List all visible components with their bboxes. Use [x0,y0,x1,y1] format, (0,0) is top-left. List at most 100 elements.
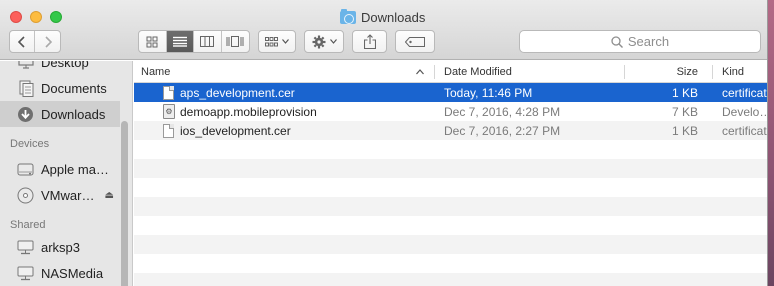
tags-button[interactable] [395,30,435,53]
name-column-label: Name [141,66,171,78]
empty-row [134,140,767,159]
empty-row [134,216,767,235]
date-column-label: Date Modified [444,66,512,78]
sidebar-scrollbar[interactable] [121,121,128,286]
sidebar-item-documents[interactable]: Documents [0,75,120,101]
file-name-cell: ⚙ demoapp.mobileprovision [163,102,433,121]
disk-icon [17,161,34,178]
file-name: aps_development.cer [180,85,295,100]
size-column-label: Size [676,66,698,78]
finder-window: Downloads Search Desktop Documents Downl… [0,0,768,286]
sidebar-item-desktop[interactable]: Desktop [0,61,120,75]
network-computer-icon [17,239,34,256]
provisioning-profile-icon: ⚙ [163,104,175,119]
empty-row [134,159,767,178]
column-view-button[interactable] [194,31,222,52]
chevron-down-icon [329,39,337,44]
sidebar-item-downloads[interactable]: Downloads [0,101,120,127]
sidebar-item-vmware[interactable]: VMwar… ⏏ [0,182,120,208]
window-title-text: Downloads [361,9,426,25]
kind-cell: Develo… [722,104,768,119]
date-cell: Today, 11:46 PM [444,85,533,100]
file-name-cell: aps_development.cer [163,83,433,102]
sidebar-item-apple-macintosh[interactable]: Apple ma… [0,156,120,182]
cover-flow-icon [226,36,244,47]
arrange-grid-icon [265,36,278,46]
action-button[interactable] [304,30,344,53]
network-computer-icon [17,265,34,282]
close-button[interactable] [10,11,22,23]
size-cell: 1 KB [671,85,698,100]
cd-icon [17,187,34,204]
empty-row [134,254,767,273]
size-column-header[interactable]: Size [630,61,698,83]
file-rows: aps_development.cer Today, 11:46 PM 1 KB… [134,83,768,286]
file-name: demoapp.mobileprovision [180,104,317,119]
file-name-cell: ios_development.cer [163,121,433,140]
desktop-background-strip [768,0,774,286]
list-view-button[interactable] [166,31,194,52]
file-list: Name Date Modified Size Kind aps_develop… [134,61,768,286]
certificate-file-icon [163,85,174,100]
empty-row [134,178,767,197]
tag-icon [405,36,425,47]
cover-flow-view-button[interactable] [222,31,249,52]
share-button[interactable] [352,30,387,53]
date-cell: Dec 7, 2016, 4:28 PM [444,104,561,119]
empty-row [134,273,767,286]
table-row[interactable]: aps_development.cer Today, 11:46 PM 1 KB… [134,83,767,102]
sidebar-item-label: VMwar… [41,187,95,203]
documents-icon [17,80,34,97]
chevron-down-icon [282,39,289,44]
kind-column-header[interactable]: Kind [722,61,767,83]
column-divider [712,65,713,79]
list-view-icon [172,36,187,47]
certificate-file-icon [163,123,174,138]
sidebar-item-label: Desktop [41,61,89,70]
window-title: Downloads [340,8,425,26]
sort-ascending-icon [416,69,424,75]
table-row[interactable]: ios_development.cer Dec 7, 2016, 2:27 PM… [134,121,767,140]
size-cell: 7 KB [671,104,698,119]
downloads-icon [17,106,34,123]
chevron-left-icon [18,35,25,48]
back-forward-control [9,30,61,53]
date-cell: Dec 7, 2016, 2:27 PM [444,123,561,138]
eject-icon[interactable]: ⏏ [104,190,113,201]
column-divider [434,65,435,79]
shared-header: Shared [10,219,46,231]
search-icon [611,35,623,48]
column-header: Name Date Modified Size Kind [134,61,767,83]
name-column-header[interactable]: Name [141,61,431,83]
icon-view-icon [146,36,158,47]
sidebar-item-label: arksp3 [41,239,81,255]
sidebar-item-nasmedia[interactable]: NASMedia [0,260,120,286]
arrange-button[interactable] [258,30,296,53]
forward-button[interactable] [35,31,60,52]
sidebar-item-label: Apple ma… [41,161,109,177]
column-view-icon [200,36,215,47]
size-cell: 1 KB [671,123,698,138]
devices-header: Devices [10,138,50,150]
empty-row [134,235,767,254]
sidebar-item-arksp3[interactable]: arksp3 [0,234,120,260]
gear-icon [312,35,325,48]
zoom-button[interactable] [50,11,62,23]
sidebar-item-label: NASMedia [41,265,104,281]
search-field[interactable]: Search [519,30,761,53]
kind-cell: certificat [722,85,767,100]
title-bar: Downloads Search [0,0,767,60]
chevron-right-icon [44,35,52,48]
downloads-folder-icon [340,8,356,24]
file-name: ios_development.cer [180,123,291,138]
icon-view-button[interactable] [139,31,167,52]
share-icon [363,34,376,49]
desktop-icon [17,61,34,71]
empty-row [134,197,767,216]
back-button[interactable] [10,31,36,52]
minimize-button[interactable] [30,11,42,23]
column-divider [624,65,625,79]
sidebar-item-label: Documents [41,80,107,96]
sidebar-item-label: Downloads [41,106,106,122]
table-row[interactable]: ⚙ demoapp.mobileprovision Dec 7, 2016, 4… [134,102,768,121]
